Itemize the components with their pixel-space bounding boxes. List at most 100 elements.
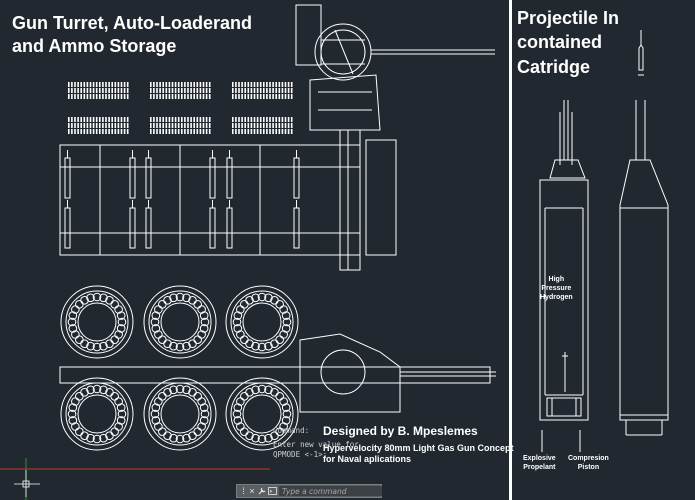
drum-round (240, 392, 249, 401)
close-icon[interactable]: × (247, 485, 257, 498)
ammo-round (181, 94, 183, 99)
ammo-round (266, 123, 268, 128)
ammo-round (77, 94, 79, 99)
ammo-round (253, 123, 256, 128)
ammo-round (281, 117, 284, 122)
ammo-round (253, 82, 256, 87)
ammo-round (184, 117, 186, 122)
ammo-round (156, 94, 158, 99)
ammo-round (156, 88, 158, 93)
ammo-round (71, 129, 73, 134)
ammo-round (99, 123, 101, 128)
ammo-round (108, 82, 110, 87)
ammo-round (235, 123, 237, 128)
ammo-round (174, 117, 177, 122)
loader-housing (309, 74, 381, 131)
command-history: Command: Enter new value for QPMODE <-1>… (271, 424, 359, 484)
ammo-round (162, 88, 164, 93)
cartridge-outline (619, 159, 669, 421)
ammo-round (68, 129, 70, 134)
ammo-round (181, 82, 183, 87)
ammo-round (256, 94, 259, 99)
command-input[interactable] (279, 486, 382, 496)
ammo-round (83, 129, 86, 134)
ammo-round (181, 117, 183, 122)
ammo-round (244, 82, 246, 87)
drum-magazine (60, 285, 134, 359)
shell (129, 157, 136, 199)
ammo-round (238, 88, 240, 93)
ammo-round (111, 117, 113, 122)
ammo-round (232, 123, 234, 128)
ammo-round (105, 123, 107, 128)
ammo-round (259, 123, 262, 128)
ammo-round (153, 82, 155, 87)
ammo-round (187, 94, 189, 99)
ammo-round (281, 129, 284, 134)
drum-round (158, 427, 167, 436)
ammo-round (281, 82, 284, 87)
right-panel-title: Projectile In contained Catridge (517, 8, 620, 77)
ammo-round (202, 88, 205, 93)
ammo-round (77, 82, 79, 87)
ammo-round (247, 123, 250, 128)
ammo-round (171, 94, 174, 99)
ammo-round (165, 94, 168, 99)
shell (293, 207, 300, 249)
ammo-round (287, 117, 290, 122)
drum-round (275, 392, 284, 401)
ammo-round (89, 88, 92, 93)
ammo-round (92, 82, 95, 87)
ammo-round (111, 94, 113, 99)
ammo-round (171, 123, 174, 128)
ammo-round (266, 88, 268, 93)
ammo-round (86, 129, 89, 134)
ammo-round (80, 117, 82, 122)
shell (64, 157, 71, 199)
ammo-round (269, 94, 271, 99)
ammo-round (123, 88, 126, 93)
wrench-icon[interactable] (257, 485, 267, 498)
ammo-round (266, 129, 268, 134)
ammo-round (89, 117, 92, 122)
ammo-round (208, 88, 211, 93)
drum-round (75, 300, 84, 309)
ammo-round (77, 123, 79, 128)
ammo-round (71, 123, 73, 128)
ammo-round (120, 117, 123, 122)
ammo-round (108, 123, 110, 128)
ammo-round (184, 82, 186, 87)
ammo-round (266, 117, 268, 122)
ammo-round (253, 117, 256, 122)
ammo-round (256, 82, 259, 87)
ammo-round (165, 82, 168, 87)
ammo-round (199, 123, 202, 128)
ammo-round (263, 94, 265, 99)
shell (145, 157, 152, 199)
ammo-round (290, 82, 293, 87)
ammo-round (71, 117, 73, 122)
ammo-round (272, 82, 274, 87)
ammo-round (250, 129, 253, 134)
ammo-round (153, 123, 155, 128)
ammo-round (168, 117, 171, 122)
prompt-icon[interactable] (267, 485, 278, 498)
ammo-round (241, 94, 243, 99)
ammo-round (290, 94, 293, 99)
ammo-round (247, 129, 250, 134)
drum-round (193, 427, 202, 436)
ammo-round (102, 82, 104, 87)
ammo-round (99, 88, 101, 93)
ammo-round (196, 123, 199, 128)
ammo-round (272, 123, 274, 128)
ammo-round (99, 94, 101, 99)
ammo-round (284, 129, 287, 134)
ammo-round (117, 123, 120, 128)
ammo-round (184, 129, 186, 134)
ammo-round (272, 117, 274, 122)
ammo-round (205, 88, 208, 93)
drum-round (240, 300, 249, 309)
shell (145, 207, 152, 249)
ammo-round (105, 88, 107, 93)
ammo-round (247, 88, 250, 93)
